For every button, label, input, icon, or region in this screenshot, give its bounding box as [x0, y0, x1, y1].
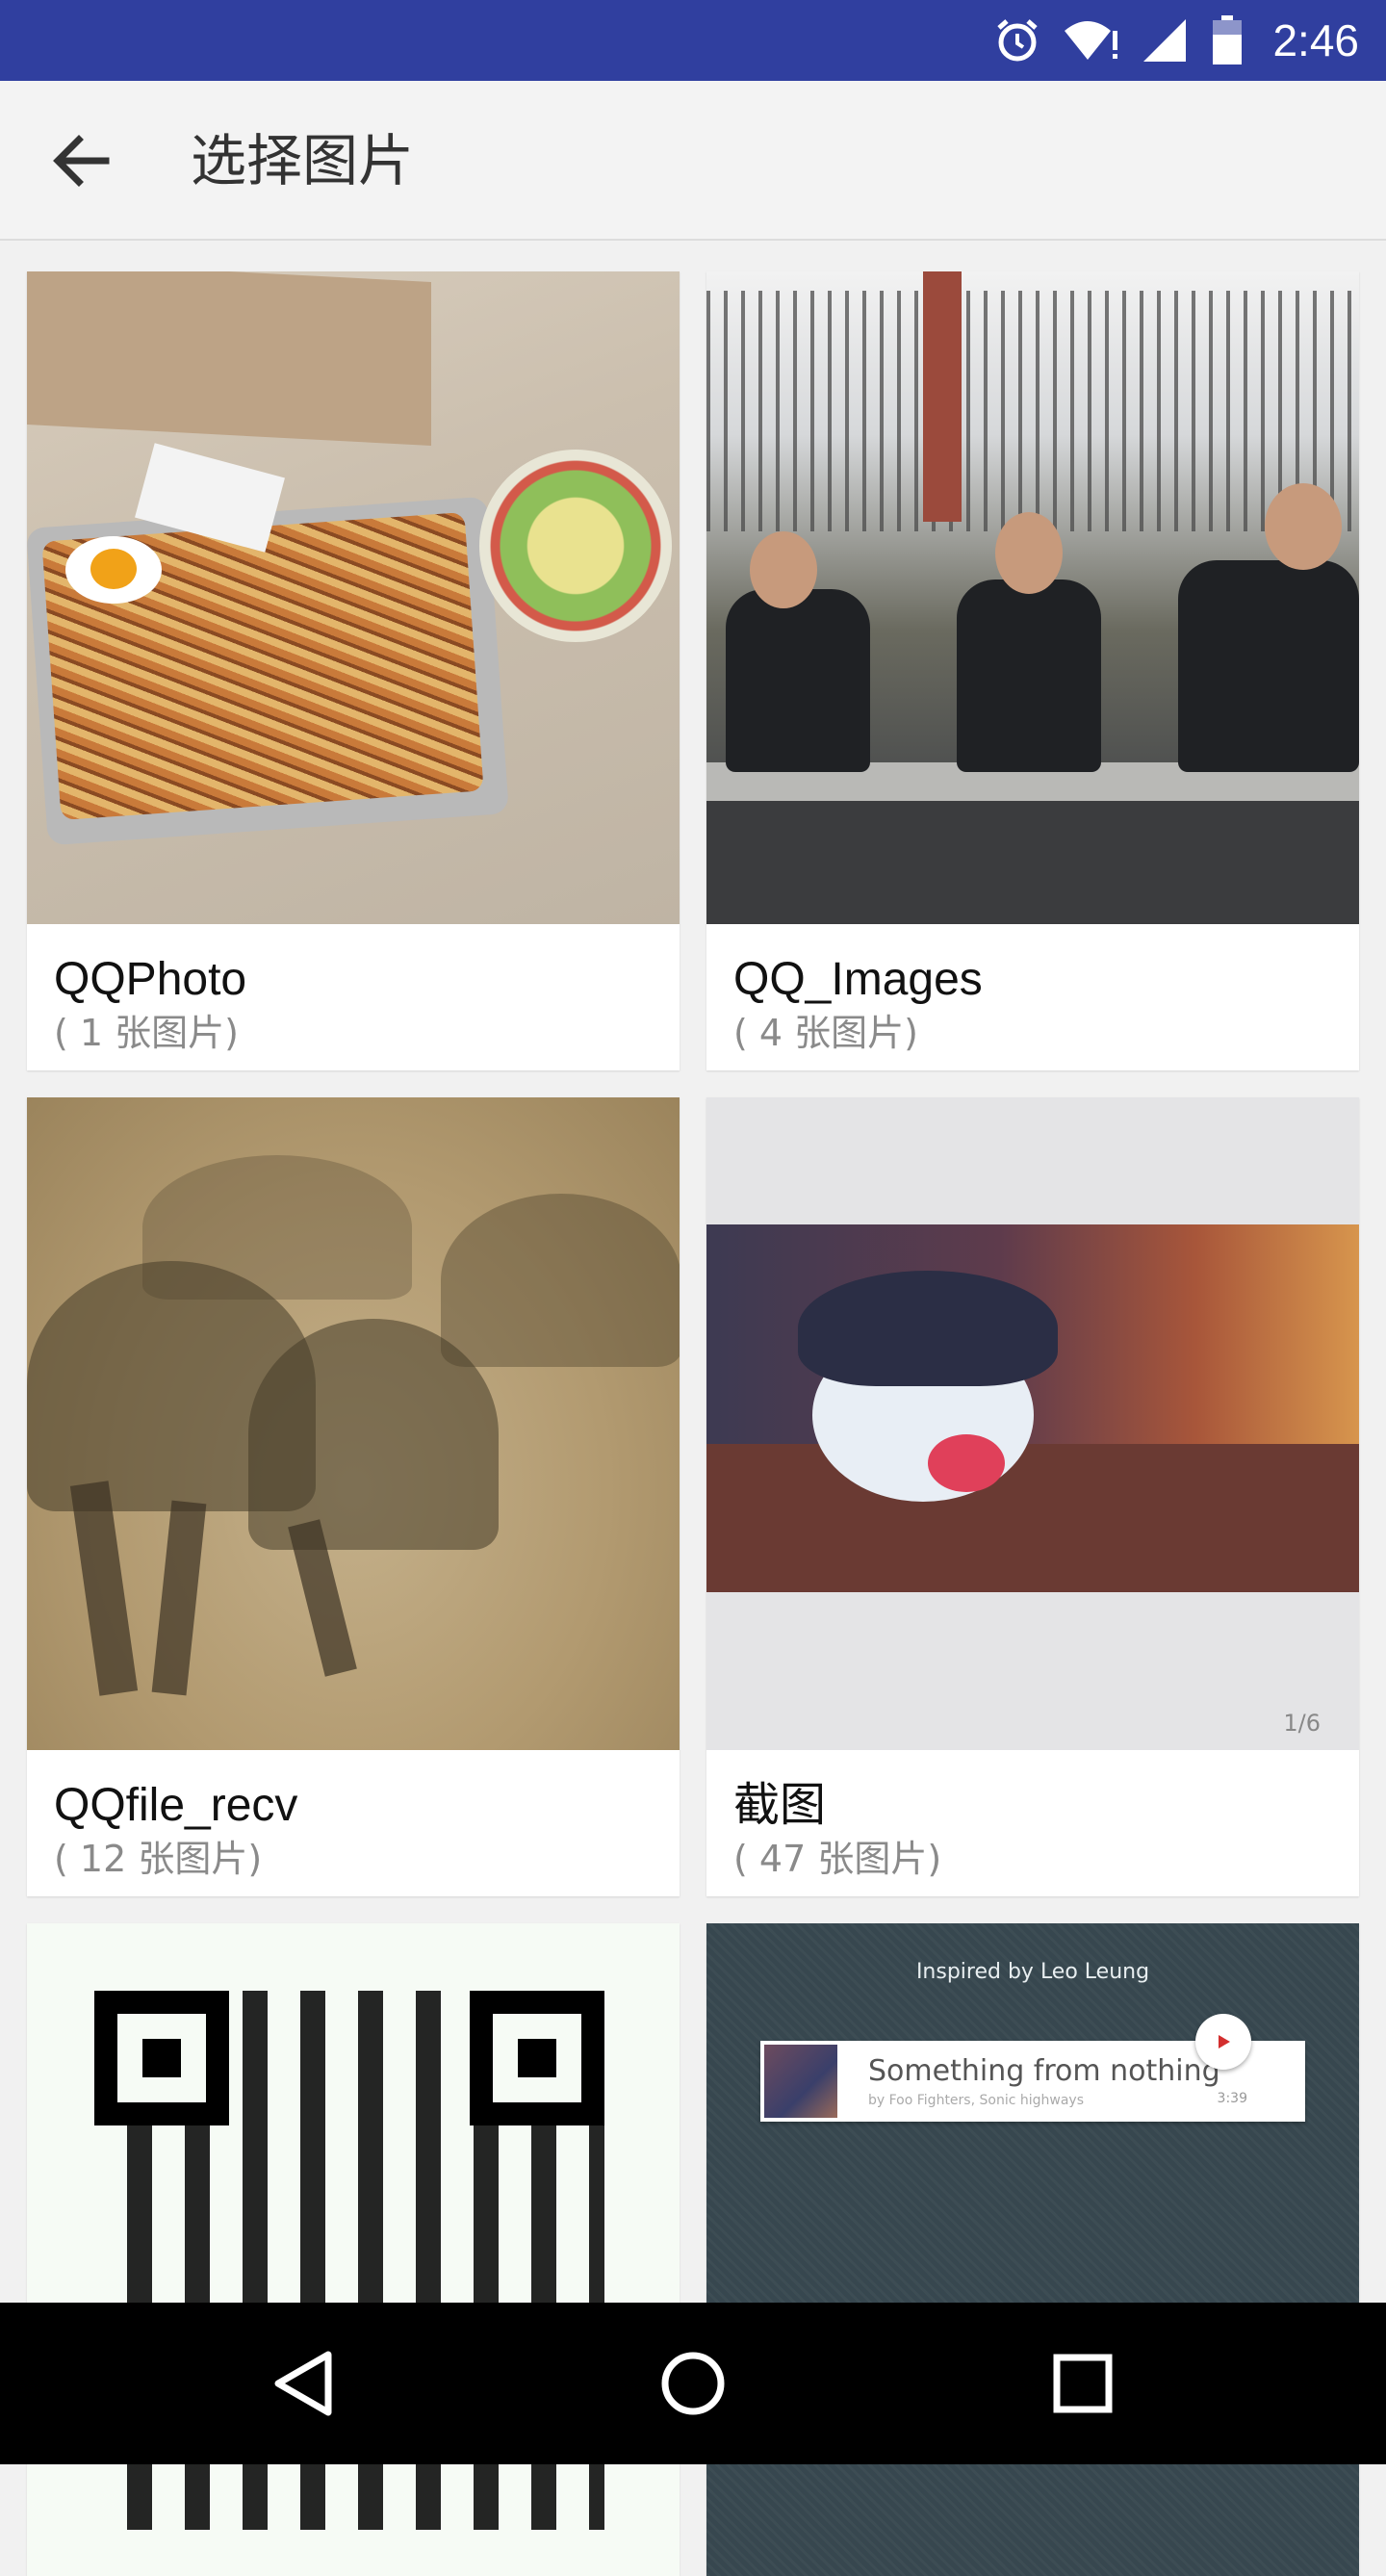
app-bar: 选择图片 — [0, 81, 1386, 241]
album-art — [764, 2045, 837, 2118]
nav-recents-button[interactable] — [1006, 2303, 1160, 2464]
album-thumbnail: Inspired by Leo Leung Something from not… — [706, 1923, 1359, 2576]
album-thumbnail — [27, 271, 680, 924]
album-count: ( 4 张图片) — [733, 1012, 918, 1054]
preview-duration: 3:39 — [1217, 2091, 1247, 2106]
arrow-back-icon — [53, 135, 110, 187]
album-thumbnail: 1/6 — [706, 1097, 1359, 1750]
album-card-qqfile-recv[interactable]: QQfile_recv ( 12 张图片) — [27, 1097, 680, 1896]
page-indicator: 1/6 — [1283, 1710, 1321, 1737]
back-triangle-icon — [274, 2351, 332, 2416]
status-bar: 2:46 — [0, 0, 1386, 81]
album-card-music[interactable]: Inspired by Leo Leung Something from not… — [706, 1923, 1359, 2576]
album-thumbnail — [706, 271, 1359, 924]
recents-square-icon — [1053, 2354, 1113, 2413]
signal-icon — [1143, 19, 1187, 62]
album-grid: QQPhoto ( 1 张图片) QQ_Images ( 4 张图片) QQfi… — [27, 271, 1359, 2576]
preview-artist: by Foo Fighters, Sonic highways — [868, 2093, 1084, 2108]
alarm-icon — [997, 19, 1039, 62]
album-name: QQ_Images — [733, 954, 983, 1005]
clock-time: 2:46 — [1272, 15, 1359, 65]
status-icons: 2:46 — [993, 0, 1359, 81]
album-caption: 截图 ( 47 张图片) — [706, 1750, 1359, 1896]
album-caption: QQ_Images ( 4 张图片) — [706, 924, 1359, 1070]
album-count: ( 47 张图片) — [733, 1838, 942, 1880]
album-count: ( 12 张图片) — [54, 1838, 263, 1880]
album-thumbnail — [27, 1097, 680, 1750]
album-caption: QQPhoto ( 1 张图片) — [27, 924, 680, 1070]
album-thumbnail — [27, 1923, 680, 2576]
album-card-screenshots[interactable]: 1/6 截图 ( 47 张图片) — [706, 1097, 1359, 1896]
page-title: 选择图片 — [191, 128, 415, 193]
nav-back-button[interactable] — [227, 2303, 381, 2464]
nav-home-button[interactable] — [616, 2303, 770, 2464]
album-card-qr[interactable] — [27, 1923, 680, 2576]
wifi-alert-icon — [1065, 21, 1118, 60]
album-caption: QQfile_recv ( 12 张图片) — [27, 1750, 680, 1896]
preview-inspired-text: Inspired by Leo Leung — [915, 1960, 1150, 1984]
play-icon — [1195, 2014, 1251, 2070]
album-card-qq-images[interactable]: QQ_Images ( 4 张图片) — [706, 271, 1359, 1070]
preview-song-title: Something from nothing — [868, 2054, 1220, 2088]
album-card-qqphoto[interactable]: QQPhoto ( 1 张图片) — [27, 271, 680, 1070]
album-name: QQPhoto — [54, 954, 247, 1005]
navigation-bar — [0, 2303, 1386, 2464]
album-name: QQfile_recv — [54, 1780, 298, 1831]
album-name: 截图 — [733, 1780, 827, 1831]
back-button[interactable] — [38, 122, 123, 199]
home-circle-icon — [661, 2352, 725, 2415]
album-count: ( 1 张图片) — [54, 1012, 239, 1054]
battery-icon — [1213, 15, 1243, 64]
